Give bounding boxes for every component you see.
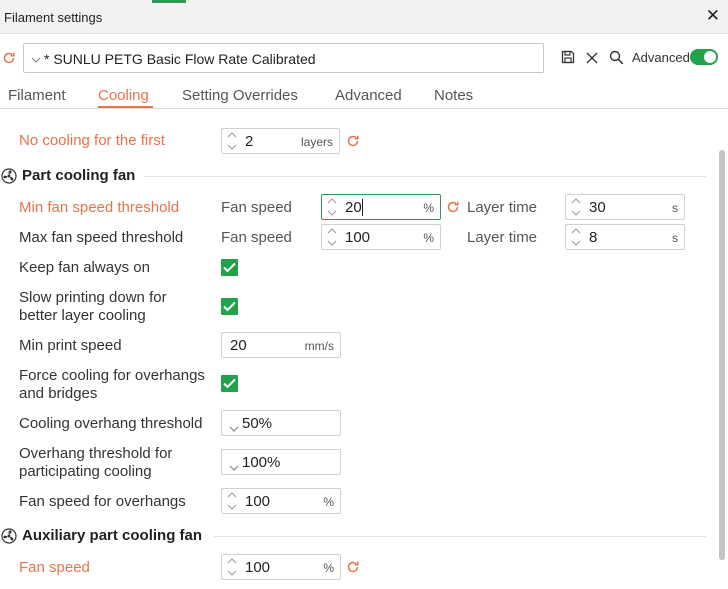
- min-layer-time-value: 30: [589, 199, 606, 216]
- overhang-threshold-select[interactable]: 50%: [221, 410, 341, 436]
- force-cooling-label-line2: and bridges: [19, 385, 98, 402]
- overhang-threshold-label: Cooling overhang threshold: [19, 415, 203, 432]
- aux-fan-value: 100: [245, 559, 271, 576]
- fan-icon: [1, 168, 17, 184]
- max-fan-speed-value: 100: [345, 229, 371, 246]
- reset-icon[interactable]: [346, 134, 360, 152]
- check-icon: [223, 378, 236, 389]
- max-layer-time-input[interactable]: 8 s: [565, 224, 685, 250]
- no-cooling-label: No cooling for the first: [19, 132, 165, 149]
- spin-icon[interactable]: [327, 227, 337, 251]
- spin-icon[interactable]: [571, 197, 581, 221]
- scrollbar[interactable]: [719, 150, 725, 560]
- search-icon[interactable]: [609, 50, 624, 69]
- tab-advanced[interactable]: Advanced: [335, 87, 402, 104]
- check-icon: [223, 262, 236, 273]
- max-layer-time-value: 8: [589, 229, 598, 246]
- toggle-knob: [704, 51, 716, 63]
- force-cooling-checkbox[interactable]: [221, 375, 238, 392]
- tab-setting-overrides[interactable]: Setting Overrides: [182, 87, 298, 104]
- advanced-label: Advanced: [632, 50, 690, 65]
- tab-notes[interactable]: Notes: [434, 87, 473, 104]
- spin-icon[interactable]: [227, 557, 237, 581]
- divider: [214, 536, 706, 537]
- max-fan-speed-label: Fan speed: [221, 229, 292, 246]
- max-layer-time-unit: s: [672, 231, 678, 245]
- reset-icon[interactable]: [2, 51, 16, 69]
- no-cooling-value: 2: [245, 133, 254, 150]
- overhang-threshold-value: 50%: [242, 415, 273, 432]
- keep-fan-label: Keep fan always on: [19, 259, 150, 276]
- text-caret: [362, 199, 363, 216]
- min-fan-speed-label: Fan speed: [221, 199, 292, 216]
- tab-filament[interactable]: Filament: [8, 87, 66, 104]
- chevron-down-icon: [229, 419, 239, 436]
- top-decoration: [152, 0, 186, 3]
- aux-fan-label: Fan speed: [19, 559, 90, 576]
- min-print-speed-value: 20: [230, 337, 247, 354]
- slow-down-label-line2: better layer cooling: [19, 307, 146, 324]
- chevron-down-icon: [31, 50, 41, 67]
- participating-label-line2: participating cooling: [19, 463, 152, 480]
- force-cooling-label-line1: Force cooling for overhangs: [19, 367, 205, 384]
- no-cooling-unit: layers: [300, 135, 333, 149]
- min-layer-time-input[interactable]: 30 s: [565, 194, 685, 220]
- overhang-fan-input[interactable]: 100 %: [221, 488, 341, 514]
- cooling-settings-panel: No cooling for the first 2 layers Part c…: [0, 110, 718, 589]
- max-fan-speed-unit: %: [423, 231, 434, 245]
- spin-icon[interactable]: [571, 227, 581, 251]
- max-layer-time-label: Layer time: [467, 229, 538, 246]
- aux-fan-input[interactable]: 100 %: [221, 554, 341, 580]
- preset-select[interactable]: * SUNLU PETG Basic Flow Rate Calibrated: [23, 43, 544, 73]
- participating-value: 100%: [242, 454, 281, 471]
- close-icon[interactable]: ✕: [706, 6, 720, 26]
- window-title: Filament settings: [4, 10, 103, 25]
- min-fan-speed-value: 20: [345, 199, 362, 216]
- reset-icon[interactable]: [346, 560, 360, 578]
- min-print-speed-unit: mm/s: [304, 339, 334, 353]
- slow-down-checkbox[interactable]: [221, 298, 238, 315]
- slow-down-label: Slow printing down for better layer cool…: [19, 289, 167, 325]
- min-fan-speed-input[interactable]: 20 %: [321, 194, 441, 220]
- participating-select[interactable]: 100%: [221, 449, 341, 475]
- min-fan-label: Min fan speed threshold: [19, 199, 180, 216]
- max-fan-label: Max fan speed threshold: [19, 229, 184, 246]
- participating-label: Overhang threshold for participating coo…: [19, 445, 172, 481]
- tab-cooling[interactable]: Cooling: [98, 87, 149, 104]
- fan-icon: [1, 528, 17, 544]
- no-cooling-input[interactable]: 2 layers: [221, 128, 340, 154]
- advanced-toggle[interactable]: [690, 49, 718, 65]
- divider: [144, 176, 706, 177]
- slow-down-label-line1: Slow printing down for: [19, 289, 167, 306]
- preset-name: * SUNLU PETG Basic Flow Rate Calibrated: [44, 51, 316, 67]
- min-layer-time-unit: s: [672, 201, 678, 215]
- check-icon: [223, 301, 236, 312]
- min-print-speed-input[interactable]: 20 mm/s: [221, 332, 341, 358]
- save-icon[interactable]: [561, 50, 575, 68]
- reset-icon[interactable]: [446, 200, 460, 218]
- overhang-fan-unit: %: [323, 495, 334, 509]
- min-print-speed-label: Min print speed: [19, 337, 122, 354]
- tab-bar: Filament Cooling Setting Overrides Advan…: [0, 82, 728, 109]
- max-fan-speed-input[interactable]: 100 %: [321, 224, 441, 250]
- delete-icon[interactable]: [586, 51, 598, 68]
- force-cooling-label: Force cooling for overhangs and bridges: [19, 367, 205, 403]
- preset-row: * SUNLU PETG Basic Flow Rate Calibrated …: [0, 40, 728, 74]
- min-layer-time-label: Layer time: [467, 199, 538, 216]
- aux-fan-unit: %: [323, 561, 334, 575]
- aux-fan-title: Auxiliary part cooling fan: [22, 527, 203, 544]
- overhang-fan-label: Fan speed for overhangs: [19, 493, 186, 510]
- participating-label-line1: Overhang threshold for: [19, 445, 173, 462]
- spin-icon[interactable]: [327, 197, 337, 221]
- overhang-fan-value: 100: [245, 493, 271, 510]
- keep-fan-checkbox[interactable]: [221, 259, 238, 276]
- part-cooling-title: Part cooling fan: [22, 167, 136, 184]
- spin-icon[interactable]: [227, 491, 237, 515]
- min-fan-speed-unit: %: [423, 201, 434, 215]
- active-tab-indicator: [98, 106, 153, 108]
- title-bar: Filament settings ✕: [0, 0, 728, 34]
- chevron-down-icon: [229, 458, 239, 475]
- spin-icon[interactable]: [227, 131, 237, 155]
